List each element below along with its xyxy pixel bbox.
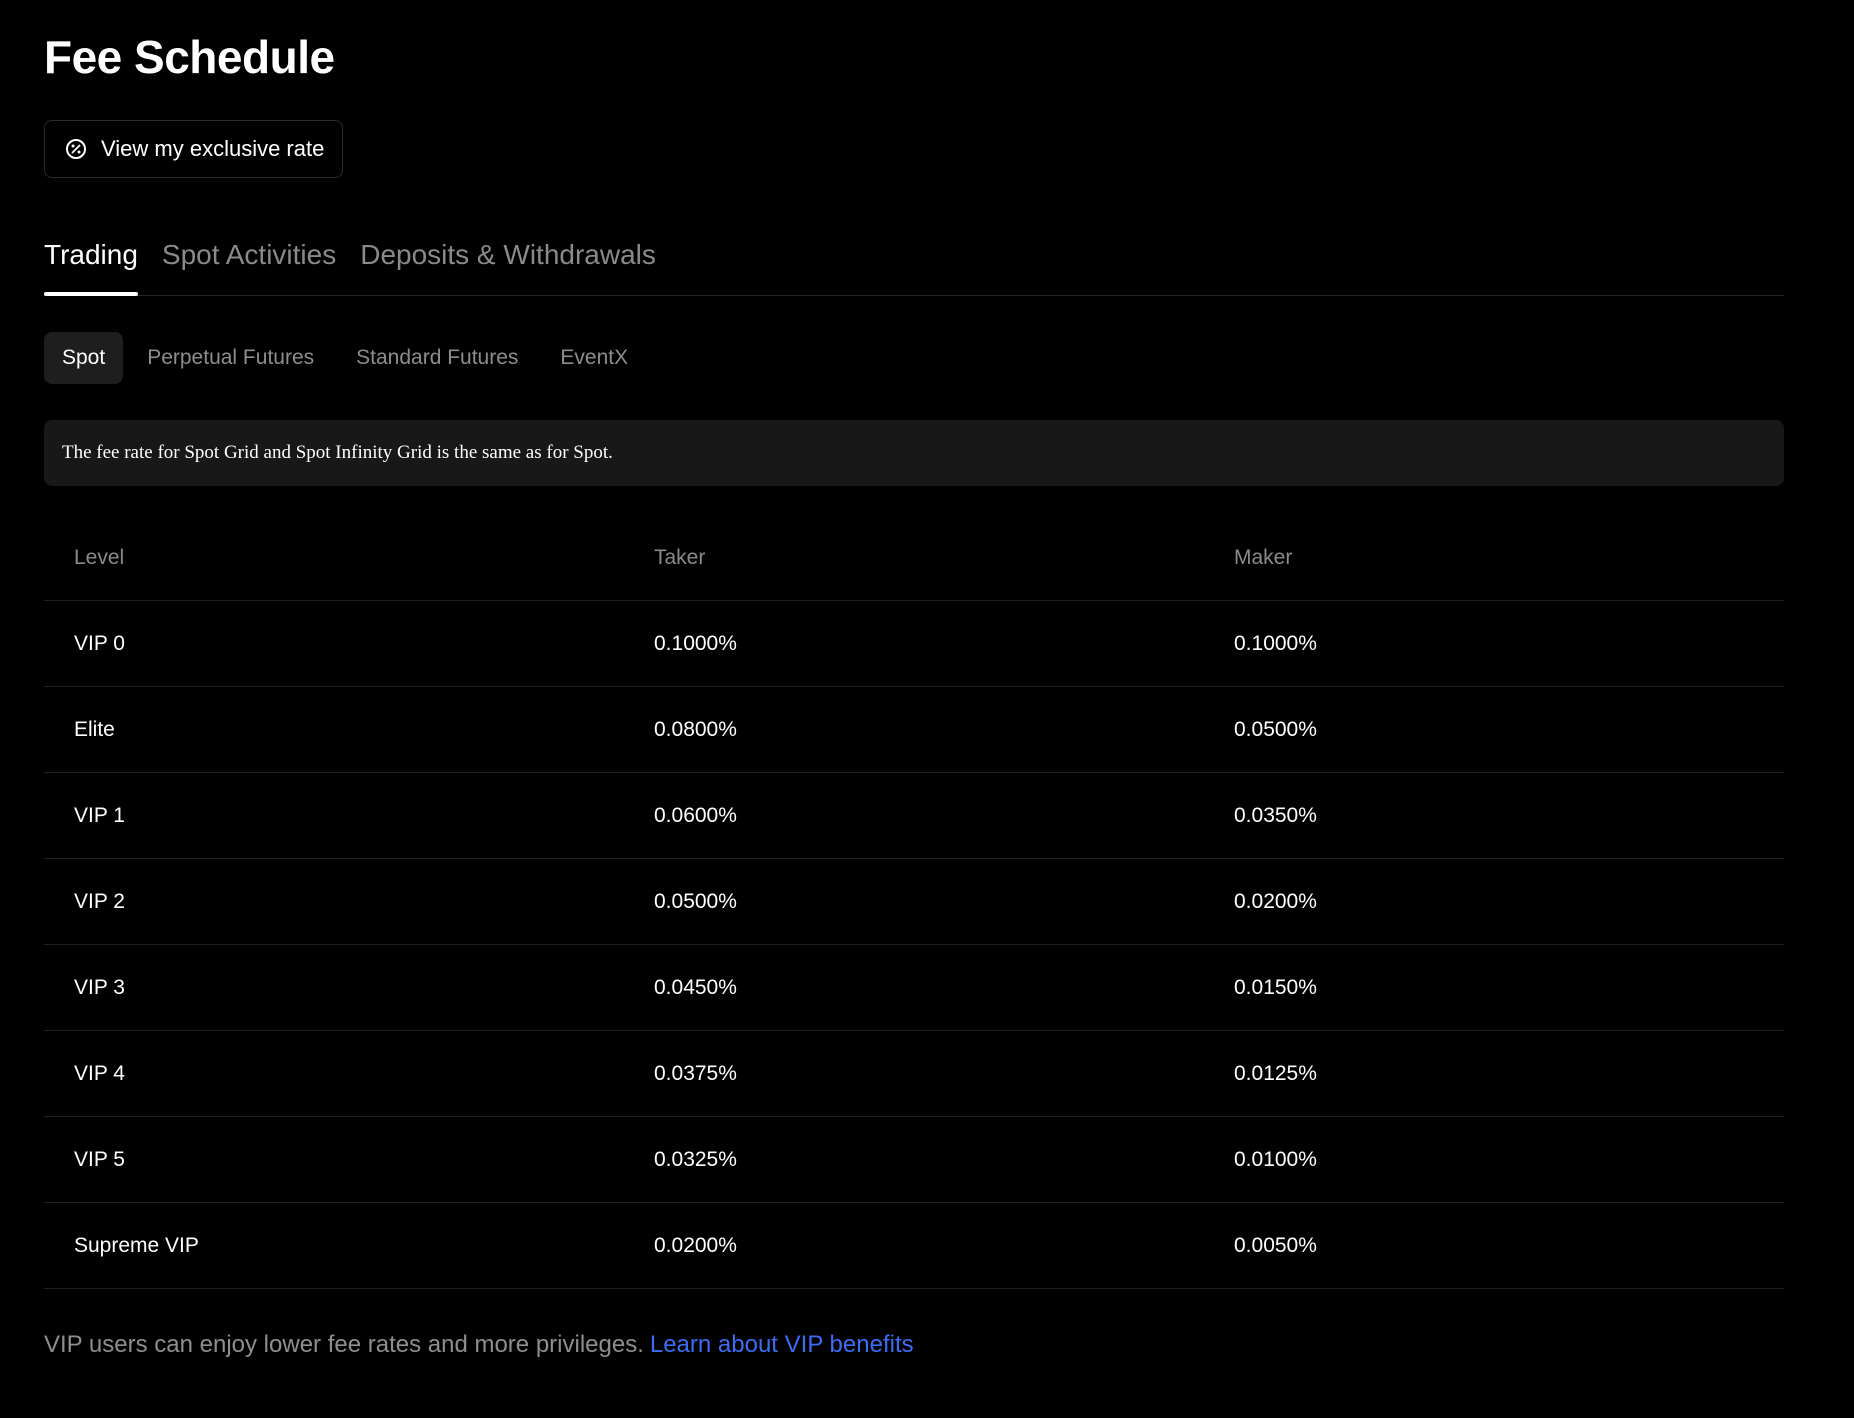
table-row: VIP 2 0.0500% 0.0200% — [44, 859, 1784, 945]
taker-cell: 0.0800% — [654, 717, 737, 741]
maker-cell: 0.1000% — [1234, 631, 1317, 655]
fee-table: Level Taker Maker VIP 0 0.1000% 0.1000% … — [44, 515, 1784, 1289]
taker-cell: 0.0450% — [654, 975, 737, 999]
sub-tabs: Spot Perpetual Futures Standard Futures … — [44, 332, 652, 384]
vip-benefits-link[interactable]: Learn about VIP benefits — [650, 1331, 914, 1358]
level-cell: VIP 2 — [74, 889, 125, 913]
level-cell: VIP 1 — [74, 803, 125, 827]
taker-cell: 0.0500% — [654, 889, 737, 913]
table-row: VIP 4 0.0375% 0.0125% — [44, 1031, 1784, 1117]
tab-spot-activities[interactable]: Spot Activities — [162, 230, 336, 295]
maker-cell: 0.0350% — [1234, 803, 1317, 827]
maker-cell: 0.0500% — [1234, 717, 1317, 741]
table-header-row: Level Taker Maker — [44, 515, 1784, 601]
header-taker: Taker — [654, 545, 706, 569]
subtab-spot[interactable]: Spot — [44, 332, 124, 384]
table-row: VIP 0 0.1000% 0.1000% — [44, 601, 1784, 687]
header-maker: Maker — [1234, 545, 1293, 569]
view-exclusive-rate-label: View my exclusive rate — [101, 136, 325, 161]
header-level: Level — [74, 545, 125, 569]
view-exclusive-rate-button[interactable]: View my exclusive rate — [44, 120, 344, 178]
taker-cell: 0.0200% — [654, 1233, 737, 1257]
table-row: Supreme VIP 0.0200% 0.0050% — [44, 1203, 1784, 1289]
taker-cell: 0.0325% — [654, 1147, 737, 1171]
maker-cell: 0.0100% — [1234, 1147, 1317, 1171]
taker-cell: 0.0600% — [654, 803, 737, 827]
tab-deposits-withdrawals[interactable]: Deposits & Withdrawals — [360, 230, 656, 295]
level-cell: VIP 0 — [74, 631, 125, 655]
level-cell: Supreme VIP — [74, 1233, 199, 1257]
table-row: VIP 1 0.0600% 0.0350% — [44, 773, 1784, 859]
subtab-perpetual-futures[interactable]: Perpetual Futures — [129, 332, 332, 384]
level-cell: VIP 5 — [74, 1147, 125, 1171]
table-row: Elite 0.0800% 0.0500% — [44, 687, 1784, 773]
maker-cell: 0.0200% — [1234, 889, 1317, 913]
maker-cell: 0.0150% — [1234, 975, 1317, 999]
notice-banner: The fee rate for Spot Grid and Spot Infi… — [44, 420, 1784, 486]
level-cell: Elite — [74, 717, 115, 741]
table-row: VIP 5 0.0325% 0.0100% — [44, 1117, 1784, 1203]
taker-cell: 0.0375% — [654, 1061, 737, 1085]
subtab-eventx[interactable]: EventX — [542, 332, 646, 384]
tab-trading[interactable]: Trading — [44, 230, 138, 296]
discount-icon — [65, 138, 87, 160]
main-tabs: Trading Spot Activities Deposits & Withd… — [44, 230, 1784, 296]
notice-text: The fee rate for Spot Grid and Spot Infi… — [62, 442, 613, 463]
vip-footer-text: VIP users can enjoy lower fee rates and … — [44, 1331, 644, 1358]
subtab-standard-futures[interactable]: Standard Futures — [338, 332, 536, 384]
level-cell: VIP 3 — [74, 975, 125, 999]
maker-cell: 0.0125% — [1234, 1061, 1317, 1085]
table-row: VIP 3 0.0450% 0.0150% — [44, 945, 1784, 1031]
maker-cell: 0.0050% — [1234, 1233, 1317, 1257]
page-title: Fee Schedule — [44, 31, 335, 83]
vip-footer: VIP users can enjoy lower fee rates and … — [44, 1328, 914, 1362]
level-cell: VIP 4 — [74, 1061, 125, 1085]
taker-cell: 0.1000% — [654, 631, 737, 655]
